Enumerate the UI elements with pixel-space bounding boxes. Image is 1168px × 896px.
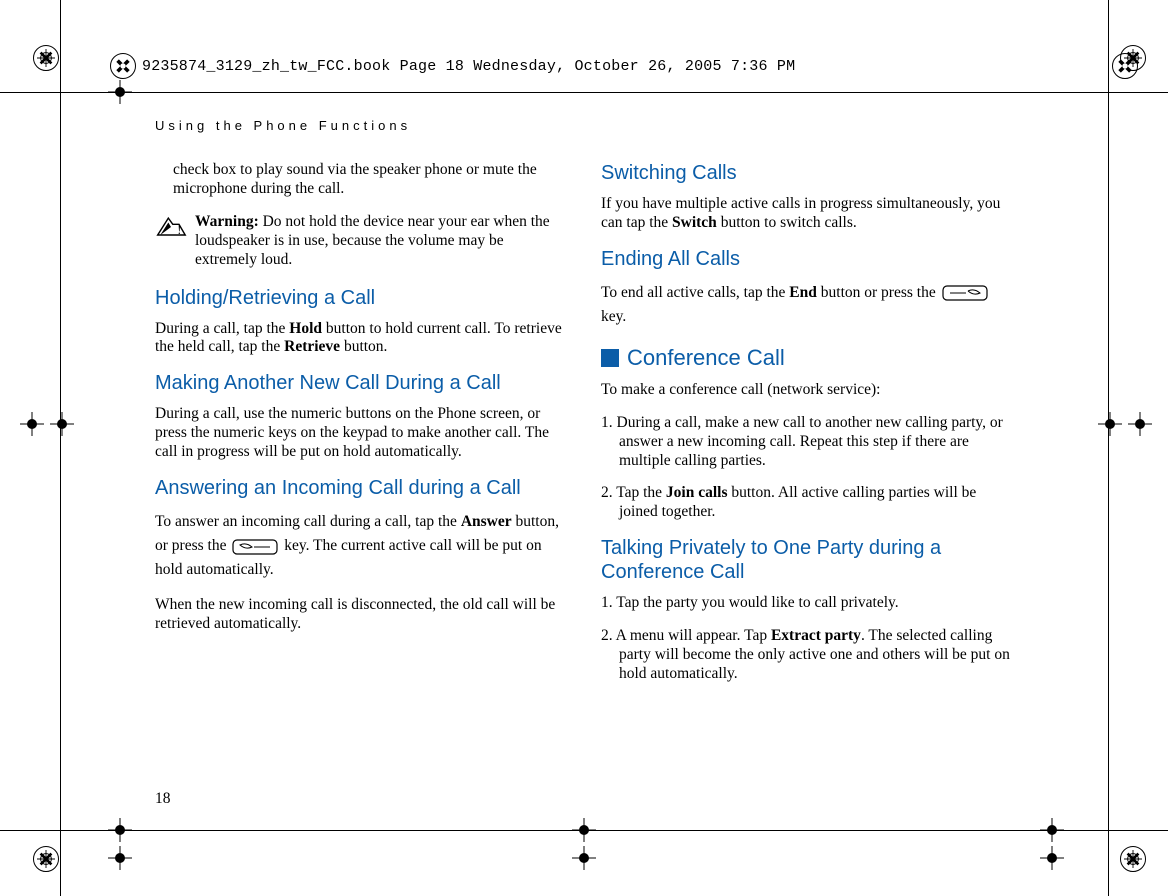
svg-text:!: ! xyxy=(177,223,181,237)
print-header: 9235874_3129_zh_tw_FCC.book Page 18 Wedn… xyxy=(110,53,1138,79)
cross-mark-icon xyxy=(1040,818,1064,842)
registration-mark-icon xyxy=(33,45,59,71)
cross-mark-icon xyxy=(108,80,132,104)
cross-mark-icon xyxy=(572,818,596,842)
heading-talking-privately: Talking Privately to One Party during a … xyxy=(601,536,1013,584)
paragraph: To answer an incoming call during a call… xyxy=(155,510,567,582)
heading-answering-incoming: Answering an Incoming Call during a Call xyxy=(155,476,567,500)
list-item: 2. A menu will appear. Tap Extract party… xyxy=(601,627,1013,684)
cross-mark-icon xyxy=(108,818,132,842)
registration-mark-icon xyxy=(33,846,59,872)
end-key-icon xyxy=(942,285,988,301)
list-item: 1. Tap the party you would like to call … xyxy=(601,594,1013,613)
column-left: check box to play sound via the speaker … xyxy=(155,161,567,698)
registration-mark-icon xyxy=(110,53,136,79)
registration-mark-icon xyxy=(1112,53,1138,79)
crop-line-top xyxy=(0,92,1168,93)
paragraph: To make a conference call (network servi… xyxy=(601,381,1013,400)
warning-block: ! Warning: Do not hold the device near y… xyxy=(155,213,567,270)
running-header: Using the Phone Functions xyxy=(155,118,1015,133)
page-content: Using the Phone Functions check box to p… xyxy=(155,118,1015,698)
crop-line-left xyxy=(60,0,61,896)
paragraph: To end all active calls, tap the End but… xyxy=(601,281,1013,329)
list-item: 1. During a call, make a new call to ano… xyxy=(601,414,1013,471)
heading-conference-call: Conference Call xyxy=(627,345,785,371)
cross-mark-icon xyxy=(108,846,132,870)
paragraph: During a call, tap the Hold button to ho… xyxy=(155,320,567,358)
cross-mark-icon xyxy=(50,412,74,436)
cross-mark-icon xyxy=(1128,412,1152,436)
heading-making-another-call: Making Another New Call During a Call xyxy=(155,371,567,395)
warning-label: Warning: xyxy=(195,213,259,230)
warning-icon: ! xyxy=(155,213,187,270)
paragraph: check box to play sound via the speaker … xyxy=(155,161,567,199)
section-heading-row: Conference Call xyxy=(601,345,1013,371)
heading-ending-all-calls: Ending All Calls xyxy=(601,247,1013,271)
paragraph: During a call, use the numeric buttons o… xyxy=(155,405,567,462)
warning-text: Warning: Do not hold the device near you… xyxy=(195,213,567,270)
print-header-text: 9235874_3129_zh_tw_FCC.book Page 18 Wedn… xyxy=(142,58,795,75)
registration-mark-icon xyxy=(1120,846,1146,872)
crop-line-right xyxy=(1108,0,1109,896)
list-item: 2. Tap the Join calls button. All active… xyxy=(601,484,1013,522)
send-key-icon xyxy=(232,539,278,555)
cross-mark-icon xyxy=(1040,846,1064,870)
cross-mark-icon xyxy=(20,412,44,436)
paragraph: If you have multiple active calls in pro… xyxy=(601,195,1013,233)
cross-mark-icon xyxy=(572,846,596,870)
page-number: 18 xyxy=(155,790,171,808)
section-square-icon xyxy=(601,349,619,367)
heading-holding-retrieving: Holding/Retrieving a Call xyxy=(155,286,567,310)
columns: check box to play sound via the speaker … xyxy=(155,161,1015,698)
heading-switching-calls: Switching Calls xyxy=(601,161,1013,185)
column-right: Switching Calls If you have multiple act… xyxy=(601,161,1013,698)
paragraph: When the new incoming call is disconnect… xyxy=(155,596,567,634)
cross-mark-icon xyxy=(1098,412,1122,436)
